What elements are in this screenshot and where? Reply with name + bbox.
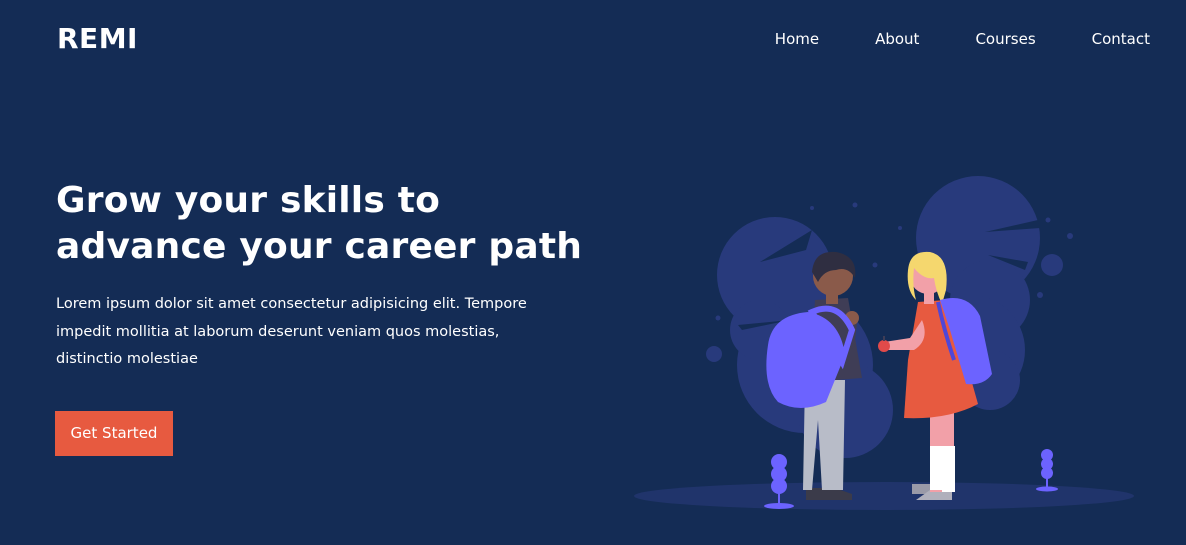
hero-title-line-1: Grow your skills to — [56, 180, 441, 221]
nav-item-contact[interactable]: Contact — [1092, 29, 1150, 49]
main-nav: Home About Courses Contact — [775, 29, 1150, 49]
nav-item-home[interactable]: Home — [775, 29, 819, 49]
brand-logo[interactable]: REMI — [57, 22, 138, 56]
nav-item-courses[interactable]: Courses — [975, 29, 1035, 49]
get-started-button[interactable]: Get Started — [55, 411, 173, 456]
ground-shadow — [634, 482, 1134, 510]
students-illustration — [634, 176, 1134, 510]
nav-item-about[interactable]: About — [875, 29, 919, 49]
landing-page: REMI Home About Courses Contact Grow you… — [0, 0, 1186, 545]
hero-description: Lorem ipsum dolor sit amet consectetur a… — [56, 296, 527, 367]
hero-title-line-2: advance your career path — [56, 226, 583, 267]
hero-title: Grow your skills to advance your career … — [56, 178, 616, 270]
